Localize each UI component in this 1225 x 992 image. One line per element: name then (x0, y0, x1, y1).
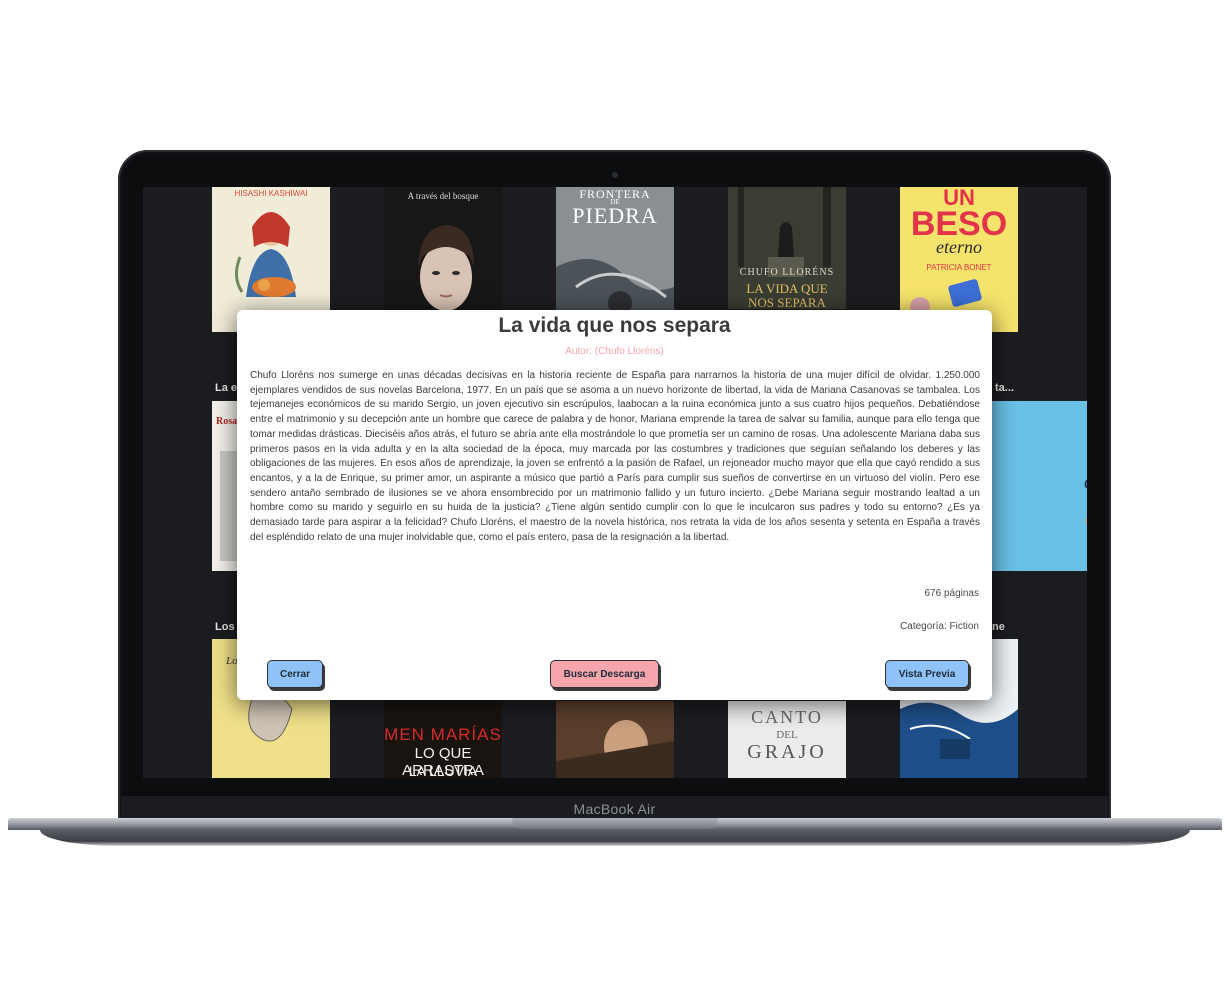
laptop-notch (512, 818, 718, 829)
book-cover[interactable]: CHUFO LLORÉNS LA VIDA QUE NOS SEPARA (728, 187, 846, 309)
laptop-base-underside (40, 830, 1190, 846)
modal-description: Chufo Lloréns nos sumerge en unas década… (250, 370, 980, 543)
book-detail-modal: La vida que nos separa Autor: (Chufo Llo… (237, 310, 992, 700)
cover-text: A través del bosque (407, 191, 479, 201)
cover-text: HISASHI KASHIWAI (234, 189, 308, 198)
cover-text: Rosa (216, 416, 238, 427)
cover-text: DEL (776, 729, 798, 741)
book-title: ta... (995, 382, 1014, 394)
cover-text: LA VIDA QUE NOS SEPARA (746, 281, 828, 310)
cover-text: CHUFO LLORÉNS (739, 267, 835, 278)
book-cover[interactable] (556, 701, 674, 778)
preview-button[interactable]: Vista Previa (885, 660, 969, 688)
book-title: ne (992, 621, 1005, 633)
close-button[interactable]: Cerrar (267, 660, 323, 688)
cover-illustration (556, 720, 674, 778)
cover-text: MEN MARÍAS (384, 725, 502, 744)
device-label: MacBook Air (121, 796, 1108, 820)
cover-text: LA LLUVIA (408, 763, 478, 778)
cover-text: PIEDRA (572, 203, 658, 228)
book-cover[interactable]: CANTO DEL GRAJO (728, 701, 846, 778)
book-title: Los (215, 621, 235, 633)
category-label: Categoría: Fiction (900, 621, 979, 632)
modal-title: La vida que nos separa (498, 314, 731, 337)
cover-text: GRAJO (747, 741, 827, 763)
search-download-button[interactable]: Buscar Descarga (550, 660, 659, 688)
page-count: 676 páginas (924, 588, 980, 599)
book-cover[interactable]: MEN MARÍAS LO QUE ARRASTRA LA LLUVIA (384, 701, 502, 778)
modal-author: Autor: (Chufo Lloréns) (565, 346, 664, 357)
cover-text: CANTO (751, 707, 823, 727)
book-title: La e (215, 382, 238, 394)
cover-illustration (1086, 516, 1087, 526)
book-cover[interactable]: do (988, 401, 1087, 571)
camera-dot (612, 172, 618, 178)
